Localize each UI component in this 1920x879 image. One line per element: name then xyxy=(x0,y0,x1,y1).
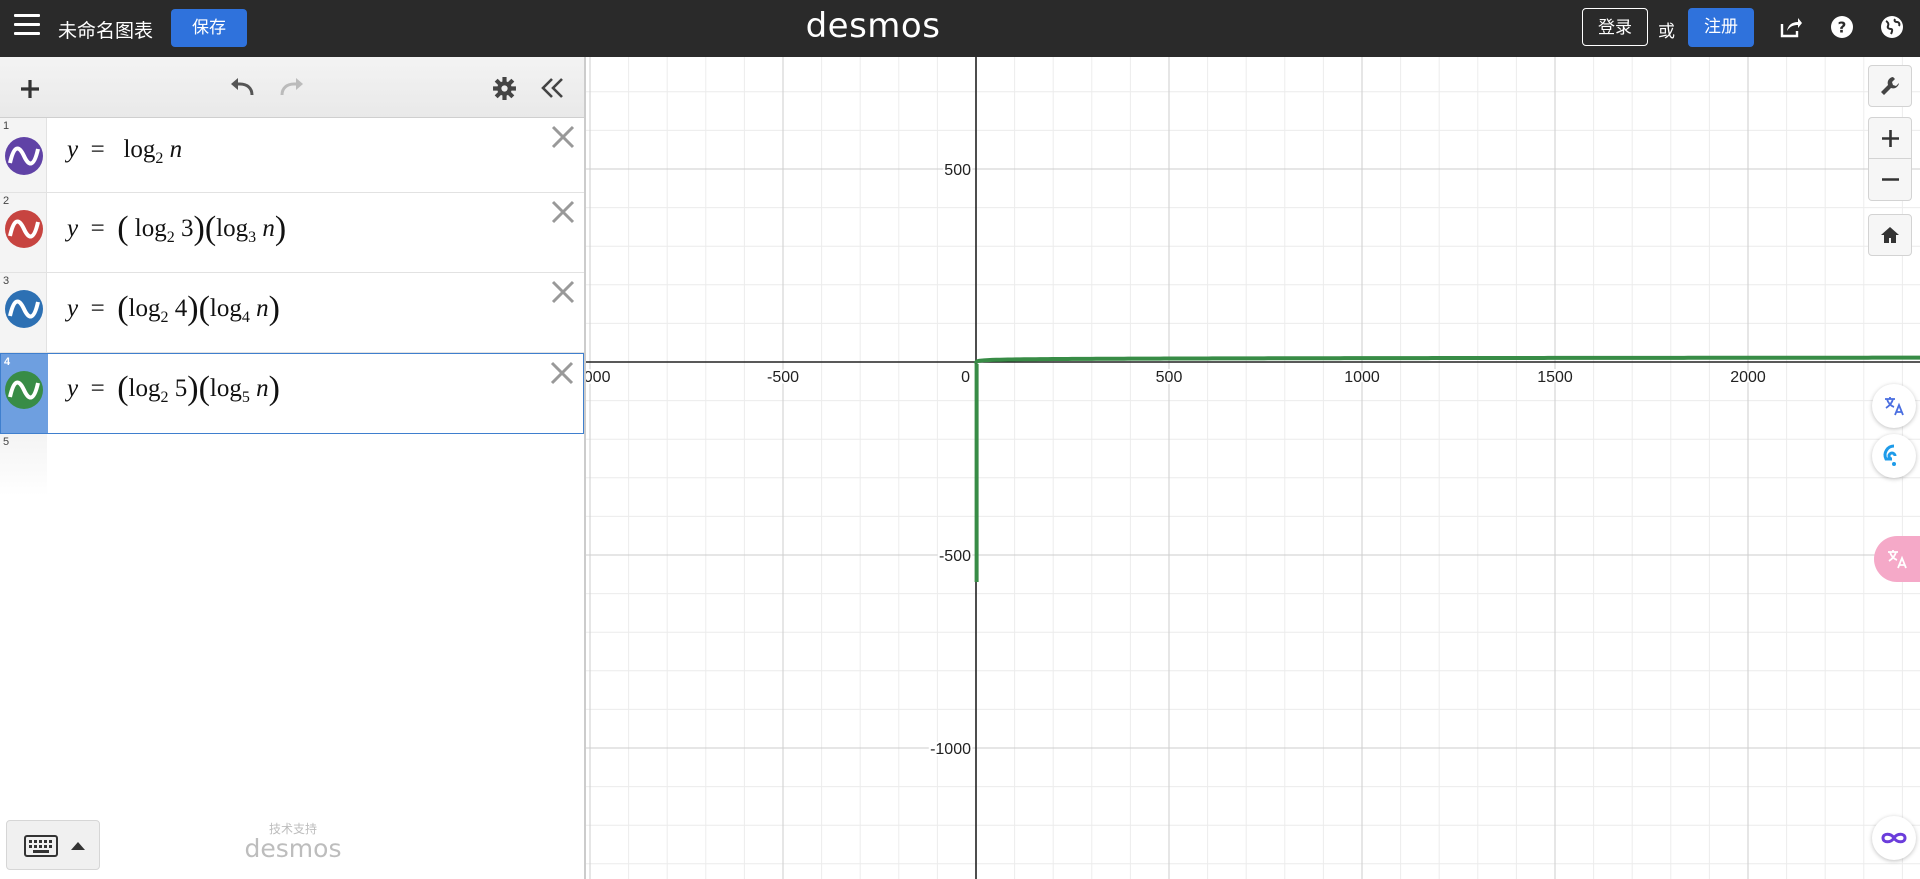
redo-icon[interactable] xyxy=(278,75,306,99)
expression-math[interactable]: y = (log2 4)(log4 n) xyxy=(67,290,280,328)
x-tick-label: -1000 xyxy=(586,369,611,386)
graph-color-icon[interactable] xyxy=(5,137,43,175)
expression-index: 3 xyxy=(3,275,10,287)
home-icon xyxy=(1881,227,1899,243)
caret-up-icon xyxy=(71,842,85,850)
expression-list: 1 y = log2 n 2 y = ( log2 3)(log3 n) 3 y… xyxy=(0,118,584,496)
graph-color-icon[interactable] xyxy=(5,210,43,248)
expression-toolbar xyxy=(0,57,584,118)
x-tick-label: 2000 xyxy=(1730,369,1766,386)
powered-by-desmos: 技术支持 desmos xyxy=(244,822,342,863)
delete-expression-icon[interactable] xyxy=(550,199,576,225)
login-button[interactable]: 登录 xyxy=(1582,8,1648,46)
or-text: 或 xyxy=(1658,22,1675,42)
y-tick-label: -500 xyxy=(939,548,971,565)
assistant-extension-button[interactable] xyxy=(1872,434,1916,478)
x-tick-label: -500 xyxy=(767,369,799,386)
wrench-icon xyxy=(1881,77,1899,95)
collapse-panel-icon[interactable] xyxy=(540,76,566,100)
y-tick-label: -1000 xyxy=(930,741,971,758)
graph-settings-button[interactable] xyxy=(1868,65,1912,107)
x-tick-label: 500 xyxy=(1156,369,1183,386)
expression-gutter: 2 xyxy=(0,193,47,272)
expression-math[interactable]: y = ( log2 3)(log3 n) xyxy=(67,210,286,248)
keypad-toggle-button[interactable] xyxy=(6,820,100,870)
default-viewport-button[interactable] xyxy=(1868,214,1912,256)
translate-icon xyxy=(1888,550,1907,569)
svg-text:?: ? xyxy=(1838,19,1847,37)
delete-expression-icon[interactable] xyxy=(550,279,576,305)
expression-row-empty[interactable]: 5 xyxy=(0,434,584,496)
add-icon[interactable] xyxy=(18,77,42,101)
translate-extension-button[interactable] xyxy=(1872,384,1916,428)
expression-index: 2 xyxy=(3,195,10,207)
expression-row-1[interactable]: 1 y = log2 n xyxy=(0,118,584,193)
infinity-icon xyxy=(1881,832,1907,844)
signup-button[interactable]: 注册 xyxy=(1688,8,1754,47)
expression-index: 4 xyxy=(4,356,11,368)
delete-expression-icon[interactable] xyxy=(550,124,576,150)
undo-icon[interactable] xyxy=(228,75,256,99)
expression-math[interactable]: y = (log2 5)(log5 n) xyxy=(67,370,280,408)
desmos-logo: desmos xyxy=(805,6,941,46)
x-tick-label: 0 xyxy=(961,369,970,386)
settings-gear-icon[interactable] xyxy=(492,76,517,101)
top-bar: 未命名图表 保存 desmos 登录 或 注册 ? xyxy=(0,0,1920,57)
pink-translate-extension-button[interactable] xyxy=(1874,536,1920,582)
expression-gutter: 3 xyxy=(0,273,47,352)
expression-index: 5 xyxy=(3,436,10,448)
plus-icon xyxy=(1882,130,1899,147)
translate-icon xyxy=(1885,397,1904,416)
x-tick-label: 1000 xyxy=(1344,369,1380,386)
expression-panel: 1 y = log2 n 2 y = ( log2 3)(log3 n) 3 y… xyxy=(0,57,584,879)
share-icon[interactable] xyxy=(1779,15,1803,39)
graph-canvas[interactable]: -1000 -500 0 500 1000 1500 2000 500 -500 -1000 xyxy=(586,57,1920,879)
help-icon[interactable]: ? xyxy=(1830,15,1854,39)
graph-color-icon[interactable] xyxy=(5,290,43,328)
globe-icon[interactable] xyxy=(1880,15,1904,39)
x-tick-label: 1500 xyxy=(1537,369,1573,386)
zoom-out-button[interactable] xyxy=(1868,159,1912,201)
expression-row-3[interactable]: 3 y = (log2 4)(log4 n) xyxy=(0,273,584,353)
expression-row-2[interactable]: 2 y = ( log2 3)(log3 n) xyxy=(0,193,584,273)
delete-expression-icon[interactable] xyxy=(549,360,575,386)
expression-gutter: 5 xyxy=(0,434,47,496)
infinity-extension-button[interactable] xyxy=(1872,816,1916,860)
y-tick-label: 500 xyxy=(944,162,971,179)
expression-math[interactable]: y = log2 n xyxy=(67,136,182,168)
graph-paper[interactable]: -1000 -500 0 500 1000 1500 2000 500 -500 -1000 xyxy=(584,57,1920,879)
expression-index: 1 xyxy=(3,120,10,132)
graph-color-icon[interactable] xyxy=(5,371,43,409)
expression-gutter: 4 xyxy=(1,354,48,433)
zoom-in-button[interactable] xyxy=(1868,117,1912,159)
expression-gutter: 1 xyxy=(0,118,47,192)
minus-icon xyxy=(1882,178,1899,181)
expression-row-4[interactable]: 4 y = (log2 5)(log5 n) xyxy=(0,353,584,434)
assistant-icon xyxy=(1883,444,1897,466)
keyboard-icon xyxy=(24,835,58,857)
